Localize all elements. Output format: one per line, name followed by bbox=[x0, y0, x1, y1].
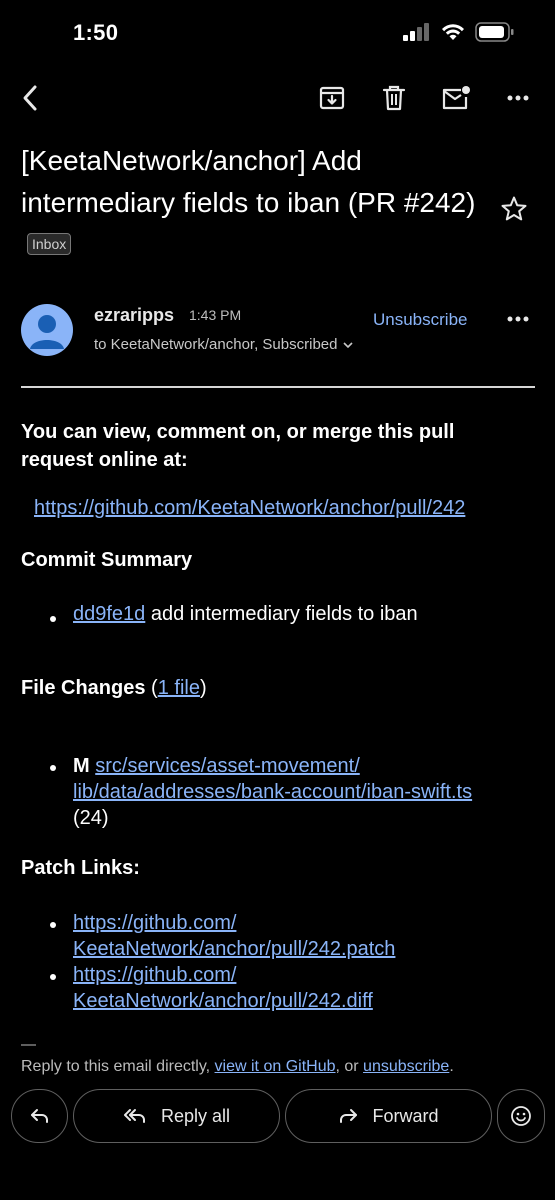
status-icons bbox=[403, 22, 515, 42]
wifi-icon bbox=[442, 24, 464, 40]
patch-link-continued[interactable]: KeetaNetwork/anchor/pull/242.patch bbox=[73, 938, 395, 960]
reply-all-icon bbox=[123, 1109, 145, 1123]
reply-all-button[interactable]: Reply all bbox=[73, 1089, 280, 1143]
footer-unsubscribe-link[interactable]: unsubscribe bbox=[363, 1058, 449, 1075]
footer-text-2: , or bbox=[335, 1058, 364, 1075]
bullet bbox=[50, 974, 56, 980]
mark-unread-button[interactable] bbox=[438, 80, 474, 116]
footer-text-3: . bbox=[449, 1058, 454, 1075]
mark-unread-icon bbox=[442, 86, 470, 110]
header-divider bbox=[21, 386, 535, 388]
email-toolbar bbox=[0, 70, 555, 126]
paren-close: ) bbox=[199, 677, 207, 699]
chevron-down-icon bbox=[343, 341, 354, 348]
trash-icon bbox=[382, 85, 406, 111]
diff-link-item: https://github.com/ KeetaNetwork/anchor/… bbox=[73, 962, 513, 1014]
file-changes-heading: File Changes (1 file) bbox=[21, 677, 207, 700]
file-path-link-part1[interactable]: src/services/asset-movement/ bbox=[95, 755, 360, 777]
chevron-left-icon bbox=[23, 85, 37, 111]
forward-icon bbox=[340, 1109, 358, 1123]
unsubscribe-button[interactable]: Unsubscribe bbox=[373, 310, 468, 330]
recipients-toggle[interactable]: to KeetaNetwork/anchor, Subscribed bbox=[94, 336, 354, 353]
star-icon bbox=[501, 196, 527, 221]
delete-button[interactable] bbox=[376, 80, 412, 116]
sender-avatar[interactable] bbox=[21, 304, 73, 356]
patch-links-heading: Patch Links: bbox=[21, 857, 140, 879]
commit-item: dd9fe1d add intermediary fields to iban bbox=[73, 603, 418, 626]
reply-all-label: Reply all bbox=[160, 1105, 231, 1126]
diff-link[interactable]: https://github.com/ bbox=[73, 964, 236, 986]
sender-name[interactable]: ezraripps bbox=[94, 305, 174, 326]
more-options-button[interactable] bbox=[500, 80, 536, 116]
bullet bbox=[50, 765, 56, 771]
footer-text-1: Reply to this email directly, bbox=[21, 1058, 215, 1075]
bullet bbox=[50, 616, 56, 622]
diff-link-continued[interactable]: KeetaNetwork/anchor/pull/242.diff bbox=[73, 990, 373, 1012]
commit-hash-link[interactable]: dd9fe1d bbox=[73, 603, 145, 625]
file-changes-title: File Changes bbox=[21, 677, 146, 699]
patch-link-item: https://github.com/ KeetaNetwork/anchor/… bbox=[73, 910, 513, 962]
emoji-reaction-button[interactable] bbox=[497, 1089, 545, 1143]
status-bar: 1:50 bbox=[0, 0, 555, 62]
patch-link[interactable]: https://github.com/ bbox=[73, 912, 236, 934]
pull-request-link[interactable]: https://github.com/KeetaNetwork/anchor/p… bbox=[34, 497, 465, 520]
more-horizontal-icon bbox=[507, 316, 529, 322]
status-time: 1:50 bbox=[73, 20, 119, 45]
file-item: M src/services/asset-movement/ lib/data/… bbox=[73, 753, 513, 831]
email-subject: [KeetaNetwork/anchor] Add intermediary f… bbox=[21, 140, 491, 266]
intro-text: You can view, comment on, or merge this … bbox=[21, 421, 455, 471]
footer-separator: — bbox=[21, 1036, 36, 1053]
back-button[interactable] bbox=[12, 80, 48, 116]
commit-message: add intermediary fields to iban bbox=[145, 603, 418, 625]
file-status: M bbox=[73, 755, 90, 777]
paren-open: ( bbox=[145, 677, 158, 699]
commit-summary-heading: Commit Summary bbox=[21, 549, 193, 571]
archive-icon bbox=[319, 86, 345, 110]
message-more-button[interactable] bbox=[504, 305, 532, 333]
inbox-label-badge[interactable]: Inbox bbox=[27, 233, 72, 255]
sent-time: 1:43 PM bbox=[189, 307, 242, 323]
bullet bbox=[50, 922, 56, 928]
file-path-link-part2[interactable]: lib/data/addresses/bank-account/iban-swi… bbox=[73, 781, 472, 803]
battery-icon bbox=[475, 22, 514, 42]
forward-button[interactable]: Forward bbox=[285, 1089, 492, 1143]
forward-label: Forward bbox=[372, 1105, 439, 1126]
reply-action-bar: Reply all Forward bbox=[0, 1086, 555, 1146]
reply-button[interactable] bbox=[11, 1089, 68, 1143]
more-horizontal-icon bbox=[507, 95, 529, 101]
star-button[interactable] bbox=[500, 195, 528, 228]
reply-icon bbox=[30, 1109, 48, 1123]
footer-text: Reply to this email directly, view it on… bbox=[21, 1058, 454, 1076]
emoji-smile-icon bbox=[511, 1106, 531, 1126]
person-icon bbox=[30, 315, 64, 349]
file-count-link[interactable]: 1 file bbox=[158, 677, 200, 699]
recipients-text: to KeetaNetwork/anchor, Subscribed bbox=[94, 336, 338, 353]
subject-text: [KeetaNetwork/anchor] Add intermediary f… bbox=[21, 145, 476, 218]
cellular-signal-icon bbox=[403, 23, 429, 41]
archive-button[interactable] bbox=[314, 80, 350, 116]
view-on-github-link[interactable]: view it on GitHub bbox=[215, 1058, 336, 1075]
file-change-count: (24) bbox=[73, 807, 109, 829]
